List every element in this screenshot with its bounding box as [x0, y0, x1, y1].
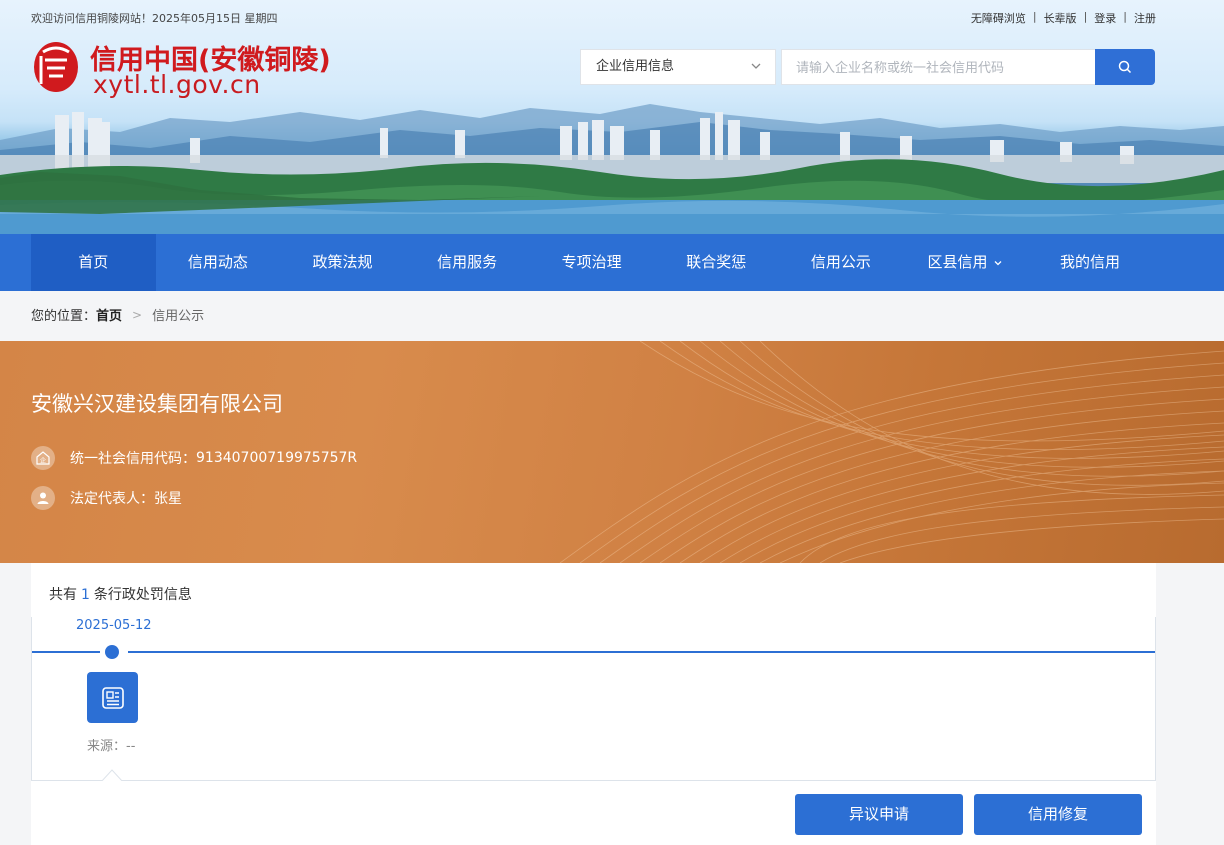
divider: |	[1123, 10, 1127, 23]
source-value: --	[126, 739, 136, 754]
welcome-text: 欢迎访问信用铜陵网站！2025年05月15日 星期四	[31, 12, 278, 25]
record-date: 2025-05-12	[76, 618, 152, 633]
search-icon	[1118, 60, 1132, 74]
nav-item-policy[interactable]: 政策法规	[280, 234, 405, 291]
search-category-value: 企业信用信息	[596, 59, 675, 74]
nav-item-credit-news[interactable]: 信用动态	[156, 234, 281, 291]
search-input[interactable]	[781, 49, 1095, 85]
legal-rep-row: 法定代表人： 张星	[31, 486, 182, 510]
credit-repair-button[interactable]: 信用修复	[974, 794, 1142, 835]
nav-item-special-governance[interactable]: 专项治理	[529, 234, 654, 291]
credit-code-row: 企 统一社会信用代码： 91340700719975757R	[31, 446, 357, 470]
site-logo[interactable]: 信用中国(安徽铜陵) xytl.tl.gov.cn	[31, 38, 351, 99]
search-category-select[interactable]: 企业信用信息	[580, 49, 776, 85]
company-hero: 安徽兴汉建设集团有限公司 企 统一社会信用代码： 913407007199757…	[0, 341, 1224, 563]
timeline-line	[32, 651, 1155, 653]
credit-code-label: 统一社会信用代码：	[70, 451, 196, 467]
penalty-timeline: 2025-05-12 来源：--	[31, 617, 1156, 782]
nav-item-home[interactable]: 首页	[31, 234, 156, 291]
breadcrumb-prefix: 您的位置：	[31, 309, 97, 324]
record-count: 共有 1 条行政处罚信息	[49, 584, 192, 604]
header-banner: 欢迎访问信用铜陵网站！2025年05月15日 星期四 无障碍浏览 | 长辈版 |…	[0, 0, 1224, 234]
search-button[interactable]	[1095, 49, 1155, 85]
nav-item-credit-service[interactable]: 信用服务	[405, 234, 530, 291]
count-suffix: 条行政处罚信息	[93, 587, 192, 603]
pointer-notch	[101, 769, 123, 782]
main-nav: 首页 信用动态 政策法规 信用服务 专项治理 联合奖惩 信用公示 区县信用 我的…	[0, 234, 1224, 291]
elder-mode-link[interactable]: 长辈版	[1044, 10, 1077, 26]
penalty-panel: 共有 1 条行政处罚信息 2025-05-12 来源：-- 异议申请 信用修复	[31, 563, 1156, 845]
search-bar: 企业信用信息	[580, 49, 1155, 85]
divider: |	[1083, 10, 1088, 23]
nav-item-my-credit[interactable]: 我的信用	[1028, 234, 1153, 291]
nav-item-credit-publicity[interactable]: 信用公示	[779, 234, 904, 291]
nav-item-joint-rewards[interactable]: 联合奖惩	[654, 234, 779, 291]
breadcrumb: 您的位置： 首页 > 信用公示	[31, 305, 205, 325]
count-number: 1	[81, 587, 90, 603]
record-source: 来源：--	[87, 735, 135, 754]
breadcrumb-home[interactable]: 首页	[96, 305, 122, 324]
enterprise-icon: 企	[31, 446, 55, 470]
credit-code-value: 91340700719975757R	[196, 450, 358, 466]
count-prefix: 共有	[49, 587, 77, 603]
top-links: 无障碍浏览 | 长辈版 | 登录 | 注册	[971, 10, 1156, 26]
accessibility-link[interactable]: 无障碍浏览	[971, 10, 1026, 26]
chevron-down-icon	[994, 260, 1002, 265]
register-link[interactable]: 注册	[1134, 10, 1156, 26]
chevron-right-icon: >	[132, 307, 143, 322]
source-label: 来源：	[87, 739, 127, 754]
divider: |	[1032, 10, 1037, 23]
company-name: 安徽兴汉建设集团有限公司	[31, 392, 283, 416]
legal-rep-value: 张星	[154, 491, 182, 507]
document-icon	[101, 686, 124, 709]
city-skyline-image	[0, 104, 1224, 234]
logo-mark-icon	[34, 42, 78, 92]
nav-item-county-credit[interactable]: 区县信用	[903, 234, 1028, 291]
svg-text:企: 企	[40, 457, 46, 465]
nav-item-label: 区县信用	[927, 253, 988, 271]
record-card-button[interactable]	[87, 672, 138, 723]
legal-rep-label: 法定代表人：	[70, 491, 154, 507]
logo-url: xytl.tl.gov.cn	[93, 70, 261, 99]
timeline-dot	[105, 645, 119, 659]
login-link[interactable]: 登录	[1094, 10, 1116, 26]
breadcrumb-current: 信用公示	[152, 309, 205, 324]
chevron-down-icon	[751, 63, 761, 69]
person-icon	[31, 486, 55, 510]
objection-button[interactable]: 异议申请	[795, 794, 963, 835]
